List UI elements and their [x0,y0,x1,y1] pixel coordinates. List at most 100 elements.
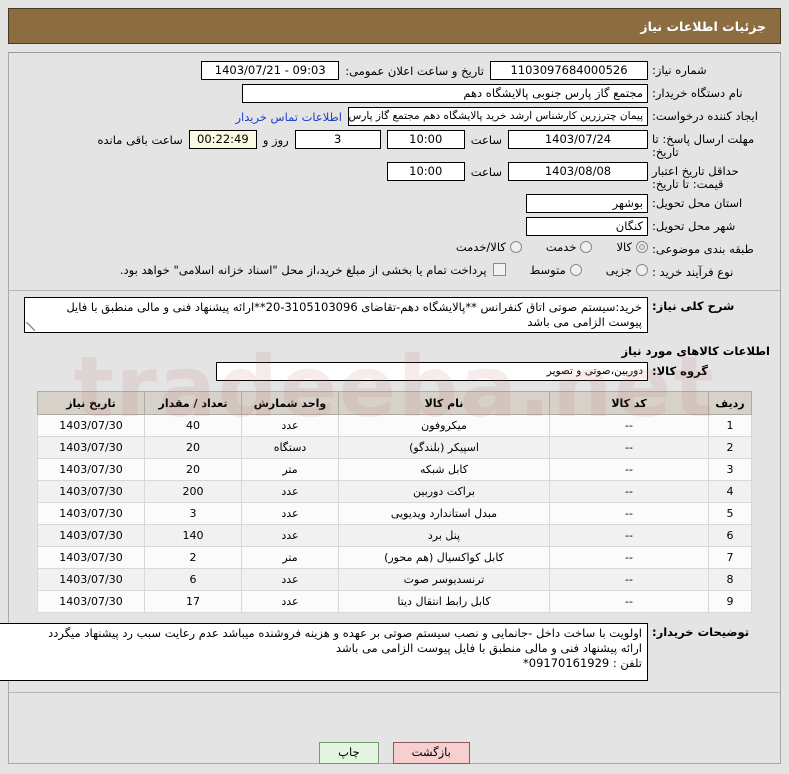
requester-label: ایجاد کننده درخواست: [652,109,758,123]
cell-name: کابل کواکسیال (هم محور) [338,546,550,569]
price-validity-hour: 10:00 [386,162,465,181]
page-header-bar: جزئیات اطلاعات نیاز [8,8,781,44]
column-header-date: تاریخ نیاز [37,391,145,415]
radio-option-jozei[interactable]: جزیی [606,263,648,277]
cell-code: -- [549,546,709,569]
category-label: طبقه بندی موضوعی: [652,242,754,256]
cell-name: مبدل استاندارد ویدیویی [338,502,550,525]
response-deadline-date: 1403/07/24 [508,130,648,149]
remaining-days-value: 3 [294,130,381,149]
goods-group-value: دوربین،صوتی و تصویر [216,362,648,381]
cell-code: -- [549,502,709,525]
treasury-checkbox-group[interactable]: پرداخت تمام یا بخشی از مبلغ خرید،از محل … [120,263,506,277]
cell-qty: 3 [144,502,242,525]
radio-label-kala-khedmat: کالا/خدمت [455,240,506,254]
cell-row: 2 [708,436,752,459]
response-deadline-hour-label: ساعت [470,132,502,147]
cell-row: 9 [708,590,752,613]
response-deadline-hour: 10:00 [386,130,465,149]
cell-code: -- [549,568,709,591]
radio-label-khedmat: خدمت [545,240,577,254]
cell-unit: عدد [241,480,339,503]
radio-option-kala[interactable]: کالا [616,240,648,254]
remaining-suffix-label: ساعت باقی مانده [97,132,183,147]
cell-qty: 2 [144,546,242,569]
cell-qty: 140 [144,524,242,547]
print-button[interactable]: چاپ [319,742,379,764]
cell-code: -- [549,458,709,481]
action-button-bar: بازگشت چاپ [0,742,789,764]
public-announce-label: تاریخ و ساعت اعلان عمومی: [345,63,484,78]
cell-row: 5 [708,502,752,525]
need-number-label: شماره نیاز: [652,63,707,77]
cell-name: میکروفون [338,414,550,437]
cell-name: براکت دوربین [338,480,550,503]
buyer-notes-textarea[interactable]: اولویت با ساخت داخل -جانمایی و نصب سیستم… [0,623,648,681]
cell-qty: 200 [144,480,242,503]
cell-code: -- [549,524,709,547]
radio-option-khedmat[interactable]: خدمت [546,240,593,254]
need-number-value: 1103097684000526 [490,61,648,80]
goods-table-body: 1 -- میکروفون عدد 40 1403/07/30 2 -- اسپیکر (بلن… [37,414,752,613]
description-textarea[interactable]: خرید:سیستم صوتی اتاق کنفرانس **پالایشگاه… [24,297,648,333]
cell-row: 1 [708,414,752,437]
price-validity-hour-label: ساعت [470,164,502,179]
cell-code: -- [549,480,709,503]
cell-row: 7 [708,546,752,569]
cell-unit: عدد [241,568,339,591]
column-header-row: ردیف [708,391,752,415]
row-process-type: نوع فرآیند خرید : جزیی متوسط پرداخت تمام… [19,263,770,283]
page-root: tradeeba.net جزئیات اطلاعات نیاز شماره ن… [0,0,789,774]
cell-date: 1403/07/30 [37,546,145,569]
radio-icon-jozei[interactable] [636,264,648,276]
table-row: 3 -- کابل شبکه متر 20 1403/07/30 [37,458,752,481]
row-description: شرح کلی نیاز: خرید:سیستم صوتی اتاق کنفرا… [19,297,770,333]
cell-code: -- [549,414,709,437]
radio-icon-kala-khedmat[interactable] [509,241,522,253]
table-row: 2 -- اسپیکر (بلندگو) دستگاه 20 1403/07/30 [37,436,752,459]
column-header-unit: واحد شمارش [241,391,339,415]
cell-unit: دستگاه [241,436,339,459]
buyer-notes-line-2: ارائه پیشنهاد فنی و مالی منطبق با فایل پ… [335,641,642,655]
cell-unit: عدد [241,524,339,547]
cell-qty: 20 [144,436,242,459]
process-label: نوع فرآیند خرید : [652,265,734,279]
buyer-org-value: مجتمع گاز پارس جنوبی پالایشگاه دهم [242,84,648,103]
cell-row: 8 [708,568,752,591]
cell-code: -- [549,436,709,459]
row-category: طبقه بندی موضوعی: کالا خدمت کالا/خدمت [19,240,770,260]
radio-icon-kala[interactable] [636,241,648,253]
row-requester: ایجاد کننده درخواست: پیمان چترزرین کارشن… [19,107,770,127]
cell-qty: 20 [144,458,242,481]
province-value: بوشهر [526,194,648,213]
goods-group-label: گروه کالا: [652,364,708,378]
row-province: استان محل تحویل: بوشهر [19,194,770,214]
radio-icon-khedmat[interactable] [580,241,593,253]
back-button[interactable]: بازگشت [392,742,470,764]
table-row: 8 -- ترنسدیوسر صوت عدد 6 1403/07/30 [37,568,752,591]
buyer-notes-section: توضیحات خریدار: اولویت با ساخت داخل -جان… [0,613,780,688]
goods-table: ردیف کد کالا نام کالا واحد شمارش تعداد /… [37,391,752,613]
description-section: شرح کلی نیاز: خرید:سیستم صوتی اتاق کنفرا… [9,291,780,338]
goods-group-section: گروه کالا: دوربین،صوتی و تصویر [9,362,780,387]
table-row: 9 -- کابل رابط انتقال دیتا عدد 17 1403/07/30 [37,590,752,613]
goods-table-wrapper: ردیف کد کالا نام کالا واحد شمارش تعداد /… [9,387,780,613]
cell-qty: 6 [144,568,242,591]
requester-value: پیمان چترزرین کارشناس ارشد خرید پالایشگا… [348,107,648,126]
cell-date: 1403/07/30 [37,524,145,547]
remaining-days-label: روز و [262,132,289,147]
row-goods-group: گروه کالا: دوربین،صوتی و تصویر [19,362,770,382]
details-panel: شماره نیاز: 1103097684000526 تاریخ و ساع… [0,52,781,764]
column-header-qty: تعداد / مقدار [144,391,242,415]
city-label: شهر محل تحویل: [652,219,736,233]
cell-unit: متر [241,546,339,569]
cell-date: 1403/07/30 [37,502,145,525]
cell-code: -- [549,590,709,613]
radio-option-kala-khedmat[interactable]: کالا/خدمت [456,240,522,254]
cell-name: کابل شبکه [338,458,550,481]
radio-icon-motevaset[interactable] [569,264,582,276]
radio-label-kala: کالا [616,240,632,254]
radio-option-motevaset[interactable]: متوسط [530,263,582,277]
checkbox-icon-treasury[interactable] [492,263,506,276]
buyer-contact-link[interactable]: اطلاعات تماس خریدار [235,110,342,124]
